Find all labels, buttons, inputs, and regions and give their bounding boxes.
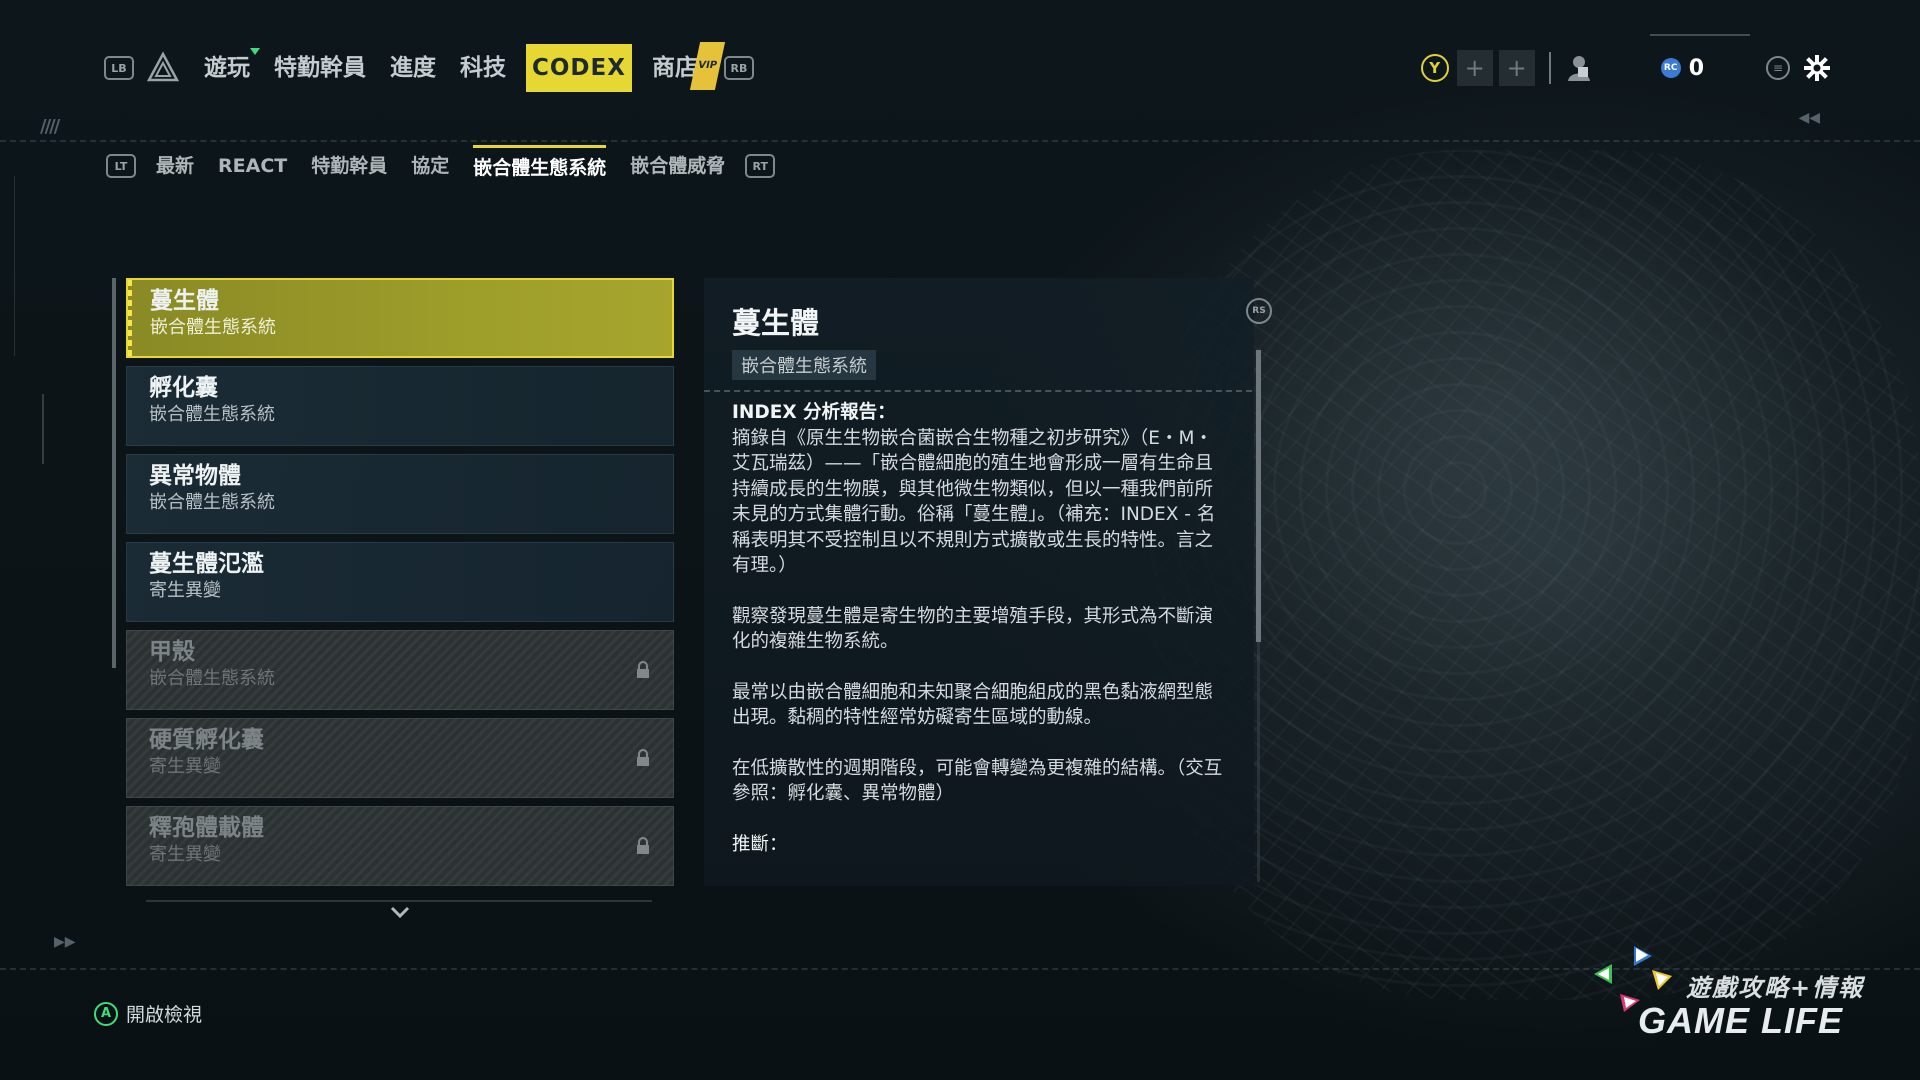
lock-icon: [637, 837, 649, 854]
subtab-chimera-threats[interactable]: 嵌合體威脅: [630, 143, 725, 189]
lb-button[interactable]: LB: [104, 56, 134, 80]
lock-icon: [637, 749, 649, 766]
list-item-nest[interactable]: 孵化囊 嵌合體生態系統: [126, 366, 674, 446]
list-item-anomaly[interactable]: 異常物體 嵌合體生態系統: [126, 454, 674, 534]
list-item-title: 蔓生體: [150, 288, 219, 314]
list-item-title: 釋孢體載體: [149, 815, 264, 841]
a-button-icon: A: [94, 1001, 118, 1026]
tab-codex[interactable]: CODEX: [526, 44, 632, 92]
detail-paragraph: 觀察發現蔓生體是寄生物的主要增殖手段，其形式為不斷演化的複雜生物系統。: [732, 605, 1214, 653]
detail-paragraph: 摘錄自《原生生物嵌合菌嵌合生物種之初步研究》（E・M・艾瓦瑞茲）——「嵌合體細胞…: [732, 427, 1216, 577]
new-indicator-icon: [250, 48, 260, 55]
vip-badge: VIP: [690, 42, 726, 90]
rb-button[interactable]: RB: [723, 56, 754, 80]
detail-paragraph: 最常以由嵌合體細胞和未知聚合細胞組成的黑色黏液網型態出現。黏稠的特性經常妨礙寄生…: [732, 681, 1214, 729]
detail-category-tag: 嵌合體生態系統: [732, 350, 876, 380]
deco-tick: [42, 394, 44, 464]
list-item-subtitle: 嵌合體生態系統: [149, 668, 275, 689]
tab-play[interactable]: 遊玩: [204, 44, 260, 92]
subtab-latest[interactable]: 最新: [156, 143, 194, 189]
currency-value: 0: [1688, 55, 1704, 81]
lock-icon: [637, 661, 649, 678]
list-item-title: 孵化囊: [149, 375, 218, 401]
list-item-title: 硬質孵化囊: [149, 727, 264, 753]
detail-heading: INDEX 分析報告：: [732, 402, 896, 423]
tab-store[interactable]: 商店 VIP: [651, 42, 726, 92]
detail-scrollbar-thumb[interactable]: [1256, 350, 1261, 642]
bottom-action-hint[interactable]: A 開啟檢視: [94, 1000, 202, 1027]
top-right-bar: Y + + RC 0 ≡: [1420, 50, 1830, 86]
reacoin-icon: RC: [1660, 58, 1681, 78]
tab-tech[interactable]: 科技: [460, 44, 506, 92]
deco-slashes: ////: [40, 116, 60, 137]
gear-icon[interactable]: [1804, 55, 1830, 81]
lt-button[interactable]: LT: [106, 154, 136, 178]
list-item-sprawl-flood[interactable]: 蔓生體氾濫 寄生異變: [126, 542, 674, 622]
top-nav: LB 遊玩 特勤幹員 進度 科技 CODEX 商店 VIP RB: [104, 42, 754, 92]
chevron-down-icon[interactable]: [388, 904, 412, 920]
delta-logo-icon: [146, 51, 180, 82]
deco-line: [1650, 34, 1750, 36]
menu-button-icon[interactable]: ≡: [1766, 56, 1790, 80]
codex-entry-list: 蔓生體 嵌合體生態系統 孵化囊 嵌合體生態系統 異常物體 嵌合體生態系統 蔓生體…: [126, 278, 674, 894]
player-avatar-icon[interactable]: [1565, 53, 1593, 83]
tab-operators[interactable]: 特勤幹員: [274, 44, 366, 92]
list-item-hardened-nest[interactable]: 硬質孵化囊 寄生異變: [126, 718, 674, 798]
watermark-text-zh: 遊戲攻略+情報: [1686, 974, 1865, 1002]
list-item-subtitle: 寄生異變: [149, 756, 221, 777]
codex-detail-panel: 蔓生體 嵌合體生態系統 INDEX 分析報告： 摘錄自《原生生物嵌合菌嵌合生物種…: [704, 278, 1254, 886]
rs-scroll-button[interactable]: RS: [1246, 298, 1272, 324]
tab-play-label: 遊玩: [204, 55, 250, 81]
detail-paragraph: 在低擴散性的週期階段，可能會轉變為更複雜的結構。（交互參照：孵化囊、異常物體）: [732, 757, 1223, 805]
detail-scrollbar-track[interactable]: [1257, 642, 1260, 882]
divider: [1548, 52, 1551, 84]
subtab-chimera-ecosystem[interactable]: 嵌合體生態系統: [473, 144, 607, 188]
detail-body: INDEX 分析報告： 摘錄自《原生生物嵌合菌嵌合生物種之初步研究》（E・M・艾…: [732, 400, 1228, 857]
list-item-title: 蔓生體氾濫: [149, 551, 264, 577]
detail-divider: [704, 390, 1252, 392]
tab-progress[interactable]: 進度: [390, 44, 436, 92]
list-item-sprawl[interactable]: 蔓生體 嵌合體生態系統: [126, 278, 674, 358]
subtab-react[interactable]: REACT: [218, 143, 287, 189]
subtab-operators[interactable]: 特勤幹員: [311, 143, 387, 189]
list-footer-line: [146, 900, 652, 902]
deco-arrows-icon: ▶▶: [54, 934, 76, 950]
list-item-subtitle: 嵌合體生態系統: [149, 492, 275, 513]
list-item-subtitle: 寄生異變: [149, 580, 221, 601]
list-item-spore-carrier[interactable]: 釋孢體載體 寄生異變: [126, 806, 674, 886]
list-item-subtitle: 寄生異變: [149, 844, 221, 865]
list-item-subtitle: 嵌合體生態系統: [149, 404, 275, 425]
rt-button[interactable]: RT: [745, 154, 776, 178]
party-slot-1[interactable]: +: [1456, 50, 1493, 86]
party-slot-2[interactable]: +: [1498, 50, 1535, 86]
tab-store-label: 商店: [651, 55, 698, 81]
watermark-text-en: GAME LIFE: [1638, 1000, 1843, 1041]
detail-paragraph: 推斷：: [732, 833, 788, 855]
list-item-subtitle: 嵌合體生態系統: [150, 317, 276, 338]
y-button[interactable]: Y: [1420, 54, 1449, 82]
detail-title: 蔓生體: [732, 306, 820, 340]
sub-nav: LT 最新 REACT 特勤幹員 協定 嵌合體生態系統 嵌合體威脅 RT: [106, 143, 776, 189]
subtab-protocols[interactable]: 協定: [411, 143, 449, 189]
deco-side-rail: [14, 176, 39, 356]
list-item-carapace[interactable]: 甲殼 嵌合體生態系統: [126, 630, 674, 710]
list-item-title: 異常物體: [149, 463, 241, 489]
list-item-title: 甲殼: [149, 639, 195, 665]
background-map-texture: [1150, 150, 1920, 1000]
list-scroll-rail[interactable]: [112, 278, 116, 668]
open-view-label: 開啟檢視: [126, 1004, 203, 1026]
header-divider: [0, 140, 1920, 142]
deco-arrows-icon: ◀◀: [1798, 110, 1820, 126]
gamelife-watermark: 遊戲攻略+情報 GAME LIFE: [1586, 942, 1876, 1042]
